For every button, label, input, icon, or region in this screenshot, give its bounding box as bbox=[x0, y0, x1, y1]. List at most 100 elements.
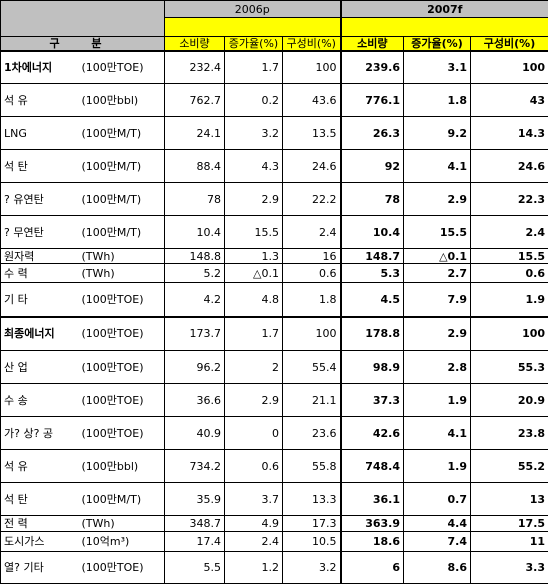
value-cell: 17.4 bbox=[165, 532, 225, 552]
value-cell: 4.9 bbox=[225, 516, 283, 532]
value-cell: 43 bbox=[471, 84, 548, 117]
value-cell: 0.6 bbox=[283, 264, 341, 283]
table-row: 전 력(TWh)348.74.917.3363.94.417.5 bbox=[1, 516, 548, 532]
value-cell: 363.9 bbox=[341, 516, 404, 532]
year-2007-header: 2007f bbox=[341, 1, 548, 18]
value-cell: 1.9 bbox=[404, 450, 471, 483]
table-row: ? 무연탄(100만M/T)10.415.52.410.415.52.4 bbox=[1, 216, 548, 249]
value-cell: 40.9 bbox=[165, 417, 225, 450]
value-cell: 4.1 bbox=[404, 417, 471, 450]
value-cell: 2.4 bbox=[471, 216, 548, 249]
value-cell: 23.6 bbox=[283, 417, 341, 450]
value-cell: 22.2 bbox=[283, 183, 341, 216]
value-cell: 55.2 bbox=[471, 450, 548, 483]
value-cell: 348.7 bbox=[165, 516, 225, 532]
value-cell: 0.6 bbox=[225, 450, 283, 483]
value-cell: 96.2 bbox=[165, 351, 225, 384]
value-cell: 14.3 bbox=[471, 117, 548, 150]
row-label: 열? 기타 bbox=[1, 552, 79, 584]
value-cell: 2.4 bbox=[225, 532, 283, 552]
value-cell: 5.3 bbox=[341, 264, 404, 283]
value-cell: 2 bbox=[225, 351, 283, 384]
row-unit: (100만TOE) bbox=[79, 283, 165, 317]
table-row: 도시가스(10억m³)17.42.410.518.67.411 bbox=[1, 532, 548, 552]
value-cell: 100 bbox=[283, 317, 341, 351]
table-row: 수 송(100만TOE)36.62.921.137.31.920.9 bbox=[1, 384, 548, 417]
value-cell: 43.6 bbox=[283, 84, 341, 117]
value-cell: 15.5 bbox=[404, 216, 471, 249]
value-cell: 0.2 bbox=[225, 84, 283, 117]
row-unit: (100만TOE) bbox=[79, 317, 165, 351]
value-cell: 4.4 bbox=[404, 516, 471, 532]
value-cell: 13.3 bbox=[283, 483, 341, 516]
value-cell: 1.7 bbox=[225, 317, 283, 351]
value-cell: 37.3 bbox=[341, 384, 404, 417]
value-cell: 78 bbox=[165, 183, 225, 216]
value-cell: 13 bbox=[471, 483, 548, 516]
value-cell: 36.6 bbox=[165, 384, 225, 417]
value-cell: △0.1 bbox=[225, 264, 283, 283]
row-label: 석 유 bbox=[1, 450, 79, 483]
row-unit: (100만M/T) bbox=[79, 216, 165, 249]
value-cell: 178.8 bbox=[341, 317, 404, 351]
table-row: 석 유(100만bbl)734.20.655.8748.41.955.2 bbox=[1, 450, 548, 483]
col-growth-2007: 증가율(%) bbox=[404, 37, 471, 51]
value-cell: 1.8 bbox=[283, 283, 341, 317]
col-consumption-2007: 소비량 bbox=[341, 37, 404, 51]
table-row: 기 타(100만TOE)4.24.81.84.57.91.9 bbox=[1, 283, 548, 317]
row-label: ? 유연탄 bbox=[1, 183, 79, 216]
value-cell: 11 bbox=[471, 532, 548, 552]
value-cell: 35.9 bbox=[165, 483, 225, 516]
value-cell: 2.7 bbox=[404, 264, 471, 283]
row-label: 석 탄 bbox=[1, 150, 79, 183]
gubun-header: 구 분 bbox=[1, 37, 165, 51]
value-cell: 13.5 bbox=[283, 117, 341, 150]
row-label: LNG bbox=[1, 117, 79, 150]
row-unit: (TWh) bbox=[79, 516, 165, 532]
row-unit: (10억m³) bbox=[79, 532, 165, 552]
row-unit: (100만TOE) bbox=[79, 417, 165, 450]
value-cell: 16 bbox=[283, 249, 341, 264]
value-cell: 2.9 bbox=[225, 384, 283, 417]
row-unit: (100만TOE) bbox=[79, 51, 165, 84]
table-row: 최종에너지(100만TOE)173.71.7100178.82.9100 bbox=[1, 317, 548, 351]
row-label: 수 력 bbox=[1, 264, 79, 283]
row-label: 석 탄 bbox=[1, 483, 79, 516]
value-cell: 15.5 bbox=[225, 216, 283, 249]
row-label: 전 력 bbox=[1, 516, 79, 532]
value-cell: 23.8 bbox=[471, 417, 548, 450]
row-unit: (100만TOE) bbox=[79, 351, 165, 384]
value-cell: 2.9 bbox=[404, 183, 471, 216]
value-cell: 7.9 bbox=[404, 283, 471, 317]
table-row: 수 력(TWh)5.2△0.10.65.32.70.6 bbox=[1, 264, 548, 283]
value-cell: 42.6 bbox=[341, 417, 404, 450]
value-cell: 5.2 bbox=[165, 264, 225, 283]
value-cell: 6 bbox=[341, 552, 404, 584]
value-cell: 20.9 bbox=[471, 384, 548, 417]
value-cell: 776.1 bbox=[341, 84, 404, 117]
value-cell: 17.3 bbox=[283, 516, 341, 532]
value-cell: 36.1 bbox=[341, 483, 404, 516]
row-unit: (TWh) bbox=[79, 264, 165, 283]
row-label: 도시가스 bbox=[1, 532, 79, 552]
header-col-row: 구 분 소비량 증가율(%) 구성비(%) 소비량 증가율(%) 구성비(%) bbox=[1, 37, 548, 51]
header-year-row: 2006p 2007f bbox=[1, 1, 548, 18]
row-label: 가? 상? 공 bbox=[1, 417, 79, 450]
value-cell: 0 bbox=[225, 417, 283, 450]
value-cell: 748.4 bbox=[341, 450, 404, 483]
table-row: 가? 상? 공(100만TOE)40.9023.642.64.123.8 bbox=[1, 417, 548, 450]
row-label: 1차에너지 bbox=[1, 51, 79, 84]
value-cell: 1.9 bbox=[404, 384, 471, 417]
value-cell: 4.1 bbox=[404, 150, 471, 183]
value-cell: 7.4 bbox=[404, 532, 471, 552]
value-cell: 148.8 bbox=[165, 249, 225, 264]
value-cell: 1.3 bbox=[225, 249, 283, 264]
value-cell: 55.4 bbox=[283, 351, 341, 384]
row-unit: (100만M/T) bbox=[79, 150, 165, 183]
value-cell: 5.5 bbox=[165, 552, 225, 584]
value-cell: 1.7 bbox=[225, 51, 283, 84]
col-share-2006: 구성비(%) bbox=[283, 37, 341, 51]
value-cell: 4.2 bbox=[165, 283, 225, 317]
col-growth-2006: 증가율(%) bbox=[225, 37, 283, 51]
table-row: 원자력(TWh)148.81.316148.7△0.115.5 bbox=[1, 249, 548, 264]
